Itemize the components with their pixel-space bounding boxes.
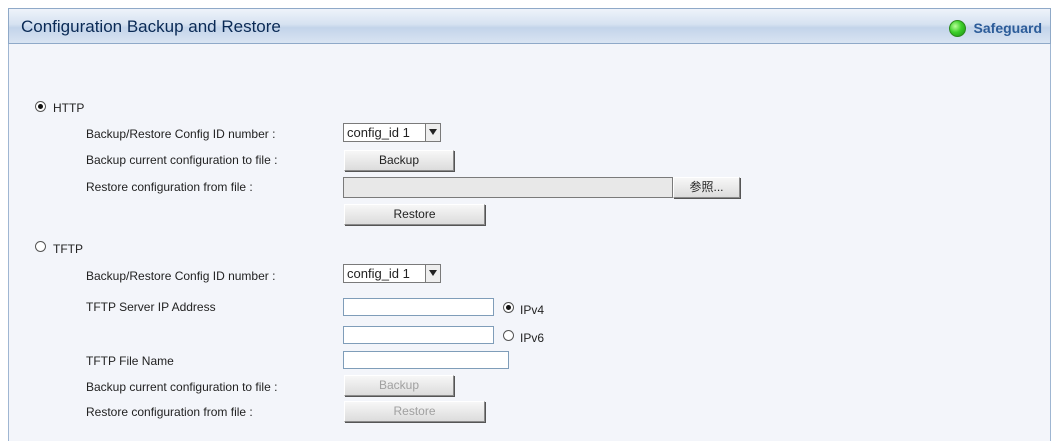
tftp-server-ip-label: TFTP Server IP Address bbox=[86, 300, 216, 314]
safeguard-indicator: Safeguard bbox=[948, 18, 1042, 38]
tftp-config-id-label: Backup/Restore Config ID number : bbox=[86, 269, 276, 283]
tftp-config-id-select[interactable]: config_id 1 bbox=[343, 264, 441, 283]
ipv4-radio[interactable] bbox=[503, 302, 514, 313]
tftp-ipv4-address-input[interactable] bbox=[343, 298, 494, 316]
http-radio[interactable] bbox=[35, 101, 46, 112]
http-label: HTTP bbox=[53, 101, 85, 115]
title-bar: Configuration Backup and Restore Safegua… bbox=[8, 8, 1051, 44]
http-config-id-label: Backup/Restore Config ID number : bbox=[86, 127, 276, 141]
tftp-restore-button[interactable]: Restore bbox=[344, 401, 485, 422]
ipv6-label: IPv6 bbox=[520, 331, 545, 345]
http-config-id-value: config_id 1 bbox=[347, 125, 410, 140]
safeguard-label: Safeguard bbox=[973, 20, 1042, 36]
http-restore-button[interactable]: Restore bbox=[344, 204, 485, 225]
tftp-radio[interactable] bbox=[35, 241, 46, 252]
http-config-id-select[interactable]: config_id 1 bbox=[343, 123, 441, 142]
page-title: Configuration Backup and Restore bbox=[21, 17, 281, 36]
chevron-down-icon bbox=[425, 265, 440, 282]
tftp-ipv6-address-input[interactable] bbox=[343, 326, 494, 344]
http-backup-label: Backup current configuration to file : bbox=[86, 153, 278, 167]
tftp-label: TFTP bbox=[53, 242, 83, 256]
tftp-file-name-label: TFTP File Name bbox=[86, 354, 174, 368]
http-backup-button[interactable]: Backup bbox=[344, 150, 454, 171]
http-restore-file-field[interactable] bbox=[343, 177, 673, 198]
content-panel bbox=[8, 8, 1051, 441]
status-light-icon bbox=[948, 19, 966, 37]
http-restore-label: Restore configuration from file : bbox=[86, 180, 253, 194]
ipv6-radio[interactable] bbox=[503, 330, 514, 341]
tftp-config-id-value: config_id 1 bbox=[347, 266, 410, 281]
ipv4-label: IPv4 bbox=[520, 303, 545, 317]
tftp-file-name-input[interactable] bbox=[343, 351, 509, 369]
tftp-backup-label: Backup current configuration to file : bbox=[86, 380, 278, 394]
chevron-down-icon bbox=[425, 124, 440, 141]
tftp-backup-button[interactable]: Backup bbox=[344, 375, 454, 396]
browse-button[interactable]: 参照... bbox=[673, 177, 740, 198]
tftp-restore-label: Restore configuration from file : bbox=[86, 405, 253, 419]
